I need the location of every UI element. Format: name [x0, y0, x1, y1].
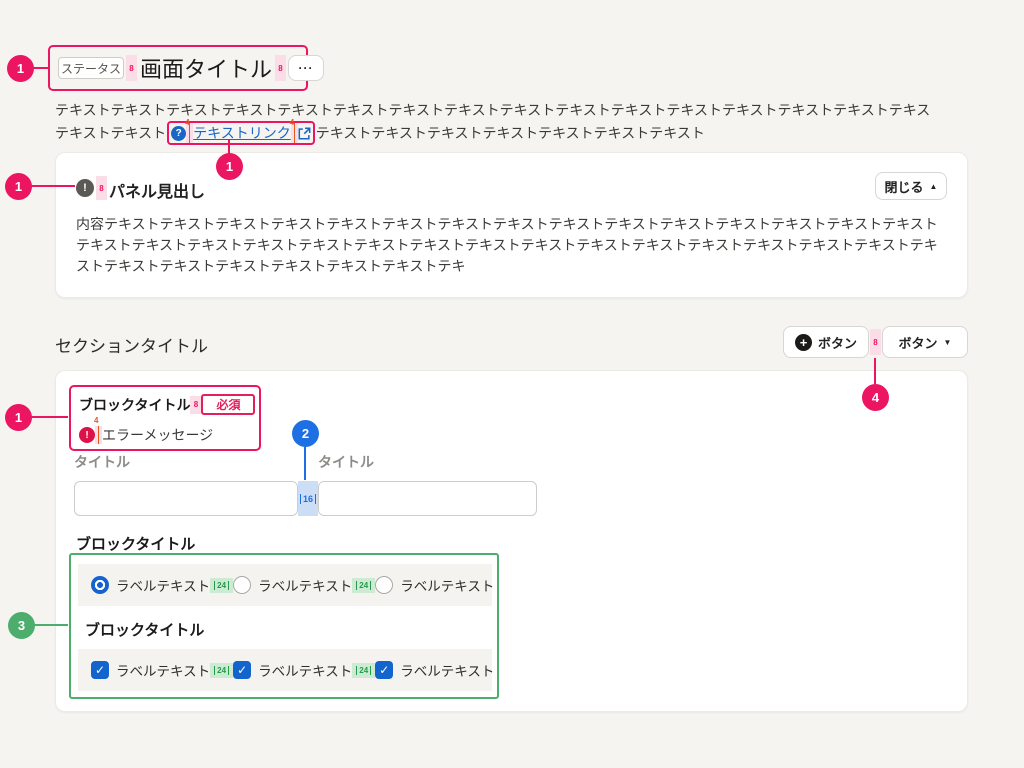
text-link[interactable]: テキストリンク — [193, 124, 291, 143]
radio-group-title: ブロックタイトル — [76, 533, 195, 554]
annotation-line — [31, 185, 75, 187]
intro-line2-before: テキストテキスト — [55, 124, 166, 143]
checkbox-group-title: ブロックタイトル — [85, 619, 204, 640]
gap-annotation-4: 4 — [186, 123, 193, 143]
intro-paragraph: テキストテキストテキストテキストテキストテキストテキストテキストテキストテキスト… — [55, 101, 967, 145]
options-specbox: ラベルテキスト 24 ラベルテキスト 24 ラベルテキスト ブロックタイトル ✓… — [69, 553, 499, 699]
annotation-marker-1-block: 1 — [5, 404, 32, 431]
radio-off-icon[interactable] — [233, 576, 251, 594]
link-specbox: ? 4 テキストリンク 4 — [167, 121, 315, 145]
checkbox-label: ラベルテキスト — [258, 660, 352, 680]
block-header-specbox: ブロックタイトル 8 必須 ! 4 エラーメッセージ — [69, 385, 261, 451]
plus-icon: + — [795, 334, 812, 351]
radio-option-1[interactable]: ラベルテキスト — [91, 575, 210, 595]
field2-label: タイトル — [318, 452, 374, 472]
radio-label: ラベルテキスト — [258, 575, 352, 595]
annotation-marker-3-options: 3 — [8, 612, 35, 639]
add-button-label: ボタン — [818, 333, 857, 352]
radio-on-icon[interactable] — [91, 576, 109, 594]
checkbox-checked-icon[interactable]: ✓ — [233, 661, 251, 679]
intro-line1: テキストテキストテキストテキストテキストテキストテキストテキストテキストテキスト… — [55, 101, 967, 120]
menu-button[interactable]: ボタン ▼ — [882, 326, 968, 358]
annotation-marker-1-link: 1 — [216, 153, 243, 180]
add-button[interactable]: + ボタン — [783, 326, 869, 358]
annotation-line — [33, 67, 48, 69]
title-input-1[interactable] — [74, 481, 298, 516]
caret-down-icon: ▼ — [944, 338, 952, 347]
gap-annotation-4: 4 — [291, 123, 298, 143]
help-icon[interactable]: ? — [171, 126, 186, 141]
annotation-marker-4-buttons: 4 — [862, 384, 889, 411]
gap-annotation-8: 8 — [126, 55, 137, 81]
radio-option-2[interactable]: ラベルテキスト — [233, 575, 352, 595]
radio-label: ラベルテキスト — [116, 575, 210, 595]
caret-up-icon: ▲ — [930, 182, 938, 191]
panel-body-text: 内容テキストテキストテキストテキストテキストテキストテキストテキストテキストテキ… — [76, 214, 950, 277]
section-title: セクションタイトル — [55, 332, 208, 357]
gap-annotation-4: 4 — [95, 426, 102, 444]
gap-annotation-8: 8 — [96, 176, 107, 200]
radio-label: ラベルテキスト — [400, 575, 494, 595]
radio-off-icon[interactable] — [375, 576, 393, 594]
checkbox-row: ✓ ラベルテキスト 24 ✓ ラベルテキスト 24 ✓ ラベルテキスト — [78, 649, 492, 691]
gap-annotation-16: 16 — [298, 481, 318, 516]
page-title: 画面タイトル — [139, 52, 273, 84]
checkbox-label: ラベルテキスト — [116, 660, 210, 680]
block-title: ブロックタイトル — [79, 395, 190, 415]
annotation-marker-1-panel: 1 — [5, 173, 32, 200]
field1-label: タイトル — [74, 452, 130, 472]
annotation-line — [874, 358, 876, 384]
close-panel-button[interactable]: 閉じる ▲ — [875, 172, 947, 200]
gap-annotation-24: 24 — [210, 578, 233, 593]
menu-button-label: ボタン — [899, 333, 938, 352]
intro-line2-after: テキストテキストテキストテキストテキストテキストテキスト — [316, 124, 705, 143]
title-input-2[interactable] — [318, 481, 537, 516]
more-button[interactable]: ··· — [288, 55, 324, 81]
checkbox-option-1[interactable]: ✓ ラベルテキスト — [91, 660, 210, 680]
gap-annotation-24: 24 — [352, 578, 375, 593]
radio-option-3[interactable]: ラベルテキスト — [375, 575, 494, 595]
error-icon: ! — [79, 427, 95, 443]
intro-line2: テキストテキスト ? 4 テキストリンク 4 テキストテキストテキストテキストテ… — [55, 121, 967, 145]
checkbox-option-2[interactable]: ✓ ラベルテキスト — [233, 660, 352, 680]
error-message: エラーメッセージ — [102, 425, 213, 445]
annotation-line — [34, 624, 68, 626]
checkbox-checked-icon[interactable]: ✓ — [91, 661, 109, 679]
external-link-icon — [298, 127, 311, 140]
annotation-line — [228, 140, 230, 154]
required-badge: 必須 — [201, 394, 255, 415]
error-message-row: ! 4 エラーメッセージ — [79, 425, 251, 445]
info-icon: ! — [76, 179, 94, 197]
gap-annotation-24: 24 — [210, 663, 233, 678]
page-header-specbox: ステータス 8 画面タイトル 8 ··· — [48, 45, 308, 91]
spec-page: 1 ステータス 8 画面タイトル 8 ··· テキストテキストテキストテキストテ… — [0, 0, 1024, 768]
panel-heading: パネル見出し — [109, 178, 205, 202]
checkbox-label: ラベルテキスト — [400, 660, 494, 680]
annotation-marker-2-inputs: 2 — [292, 420, 319, 447]
annotation-line — [31, 416, 68, 418]
gap-annotation-8: 8 — [190, 396, 201, 414]
gap-annotation-8: 8 — [275, 55, 286, 81]
checkbox-checked-icon[interactable]: ✓ — [375, 661, 393, 679]
panel-card: ! 8 パネル見出し 閉じる ▲ 内容テキストテキストテキストテキストテキストテ… — [55, 152, 968, 298]
gap-annotation-8: 8 — [870, 329, 881, 355]
status-badge: ステータス — [58, 57, 124, 79]
checkbox-option-3[interactable]: ✓ ラベルテキスト — [375, 660, 494, 680]
form-card: ブロックタイトル 8 必須 ! 4 エラーメッセージ タイトル タイトル 16 … — [55, 370, 968, 712]
close-button-label: 閉じる — [885, 177, 924, 196]
gap-annotation-24: 24 — [352, 663, 375, 678]
annotation-marker-1-header: 1 — [7, 55, 34, 82]
radio-row: ラベルテキスト 24 ラベルテキスト 24 ラベルテキスト — [78, 564, 492, 606]
annotation-line — [304, 447, 306, 480]
